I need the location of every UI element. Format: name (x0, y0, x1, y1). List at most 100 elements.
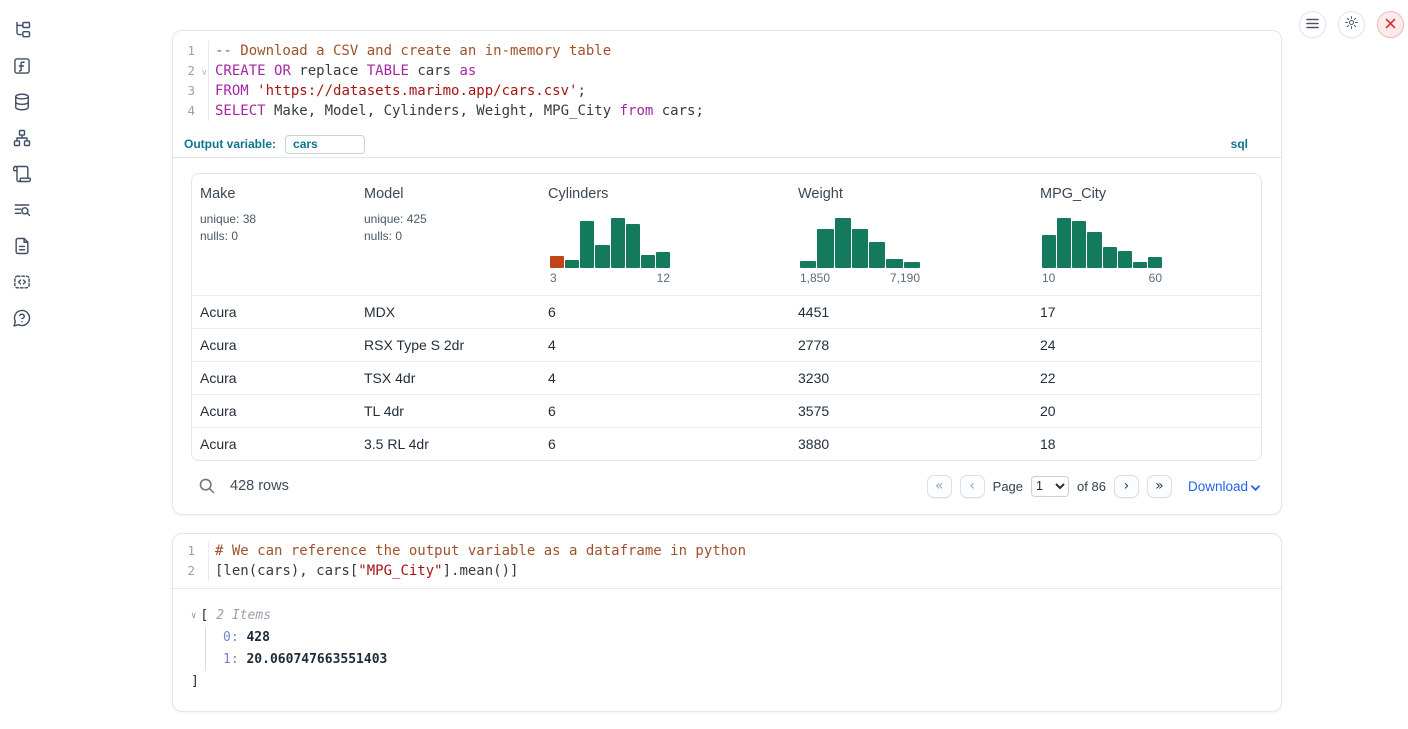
sql-language-badge[interactable]: sql (1231, 137, 1248, 151)
line-number-text: 4 (187, 103, 195, 118)
sidebar-item-functions[interactable] (12, 58, 32, 78)
tree-value: 20.060747663551403 (246, 652, 387, 667)
histogram-bar (580, 221, 594, 268)
tree-items: 0: 4281: 20.060747663551403 (205, 627, 1263, 671)
code-token (249, 83, 257, 99)
tree-toggle-icon[interactable]: ∨ (191, 605, 196, 627)
table-cell: 24 (1032, 337, 1261, 353)
table-row[interactable]: Acura3.5 RL 4dr6388018 (192, 427, 1261, 460)
histogram-bar (869, 242, 885, 268)
table-cell: RSX Type S 2dr (356, 337, 540, 353)
code-line[interactable]: 2[len(cars), cars["MPG_City"].mean()] (173, 561, 1281, 581)
histogram-bars (800, 218, 920, 268)
histogram-bar (656, 252, 670, 268)
sidebar-item-file-tree[interactable] (12, 22, 32, 42)
python-output: ∨ [ 2 Items 0: 4281: 20.060747663551403 … (173, 589, 1281, 709)
fold-chevron-icon[interactable]: ∨ (202, 63, 207, 83)
histogram-bar (1057, 218, 1071, 268)
table-cell: Acura (192, 337, 356, 353)
histogram-bar (1087, 232, 1101, 268)
histogram-bar (611, 218, 625, 268)
hamburger-icon (1306, 16, 1319, 34)
download-label: Download (1188, 479, 1248, 494)
table-row[interactable]: AcuraTSX 4dr4323022 (192, 361, 1261, 394)
code-token: ; (577, 83, 585, 99)
gear-icon (1344, 15, 1359, 35)
table-row[interactable]: AcuraMDX6445117 (192, 295, 1261, 328)
python-code-editor[interactable]: 1# We can reference the output variable … (173, 534, 1281, 589)
settings-button[interactable] (1338, 11, 1365, 38)
database-icon (12, 92, 32, 117)
page-total: of 86 (1077, 479, 1106, 494)
histogram-bar (565, 260, 579, 268)
table-body: AcuraMDX6445117AcuraRSX Type S 2dr427782… (192, 295, 1261, 460)
code-token: 'https://datasets.marimo.app/cars.csv' (257, 83, 577, 99)
table-cell: TSX 4dr (356, 370, 540, 386)
table-cell: Acura (192, 403, 356, 419)
help-icon (12, 308, 32, 333)
prev-page-button[interactable]: ‹ (960, 475, 985, 498)
sidebar-item-datasources[interactable] (12, 94, 32, 114)
next-page-button[interactable]: › (1114, 475, 1139, 498)
code-line[interactable]: 1-- Download a CSV and create an in-memo… (173, 41, 1281, 61)
code-line[interactable]: 1# We can reference the output variable … (173, 541, 1281, 561)
sidebar-item-logs[interactable] (12, 202, 32, 222)
download-button[interactable]: Download (1188, 479, 1260, 494)
table-row[interactable]: AcuraTL 4dr6357520 (192, 394, 1261, 427)
sidebar-item-help[interactable] (12, 310, 32, 330)
tree-bracket-close: ] (191, 671, 1263, 693)
last-page-button[interactable]: » (1147, 475, 1172, 498)
histogram-bar (1133, 262, 1147, 268)
table-cell: 18 (1032, 436, 1261, 452)
histogram-min-label: 10 (1042, 271, 1055, 285)
tree-bracket-open: [ (200, 605, 208, 627)
code-token: -- Download a CSV and create an in-memor… (215, 43, 611, 59)
column-header-cylinders[interactable]: Cylinders312 (540, 174, 790, 295)
first-page-button[interactable]: « (927, 475, 952, 498)
page: { "colors": { "histogram_teal": "#147a5e… (0, 0, 1408, 729)
close-button[interactable] (1377, 11, 1404, 38)
column-header-weight[interactable]: Weight1,8507,190 (790, 174, 1032, 295)
sidebar-item-snippets[interactable] (12, 274, 32, 294)
sidebar-item-documentation[interactable] (12, 238, 32, 258)
table-cell: 3230 (790, 370, 1032, 386)
close-icon (1385, 16, 1396, 34)
table-row[interactable]: AcuraRSX Type S 2dr4277824 (192, 328, 1261, 361)
tree-item[interactable]: 0: 428 (223, 627, 1263, 649)
topbar (1299, 11, 1404, 38)
column-name: MPG_City (1040, 186, 1253, 202)
histogram-bar (835, 218, 851, 268)
column-header-model[interactable]: Modelunique: 425nulls: 0 (356, 174, 540, 295)
tree-item[interactable]: 1: 20.060747663551403 (223, 649, 1263, 671)
column-name: Weight (798, 186, 1024, 202)
table-cell: 4 (540, 370, 790, 386)
sidebar-item-dependencies[interactable] (12, 130, 32, 150)
mpg_city-histogram: 1060 (1042, 218, 1162, 285)
histogram-bar (1118, 251, 1132, 268)
file-tree-icon (12, 20, 32, 45)
table-cell: 3.5 RL 4dr (356, 436, 540, 452)
code-line[interactable]: 3FROM 'https://datasets.marimo.app/cars.… (173, 81, 1281, 101)
sql-code-editor[interactable]: 1-- Download a CSV and create an in-memo… (173, 31, 1281, 131)
column-name: Make (200, 186, 348, 202)
table-cell: 6 (540, 403, 790, 419)
sidebar-item-scratchpad[interactable] (12, 166, 32, 186)
code-token: FROM (215, 83, 249, 99)
menu-button[interactable] (1299, 11, 1326, 38)
code-line[interactable]: 2∨CREATE OR replace TABLE cars as (173, 61, 1281, 81)
code-line[interactable]: 4 SELECT Make, Model, Cylinders, Weight, … (173, 101, 1281, 121)
column-header-mpg_city[interactable]: MPG_City 1060 (1032, 174, 1261, 295)
output-variable-input[interactable] (285, 135, 365, 154)
column-stats: unique: 425nulls: 0 (364, 211, 532, 245)
histogram-bar (626, 224, 640, 268)
page-select[interactable]: 1 (1031, 476, 1069, 497)
search-icon[interactable] (198, 477, 216, 495)
line-number: 4 (173, 101, 209, 121)
histogram-bar (817, 229, 833, 268)
code-token (266, 63, 274, 79)
code-token: SELECT (215, 103, 266, 119)
histogram-bar (641, 255, 655, 268)
column-header-make[interactable]: Makeunique: 38nulls: 0 (192, 174, 356, 295)
code-token: Make, Model, Cylinders, Weight, MPG_City (266, 103, 620, 119)
tree-value: 428 (246, 630, 269, 645)
